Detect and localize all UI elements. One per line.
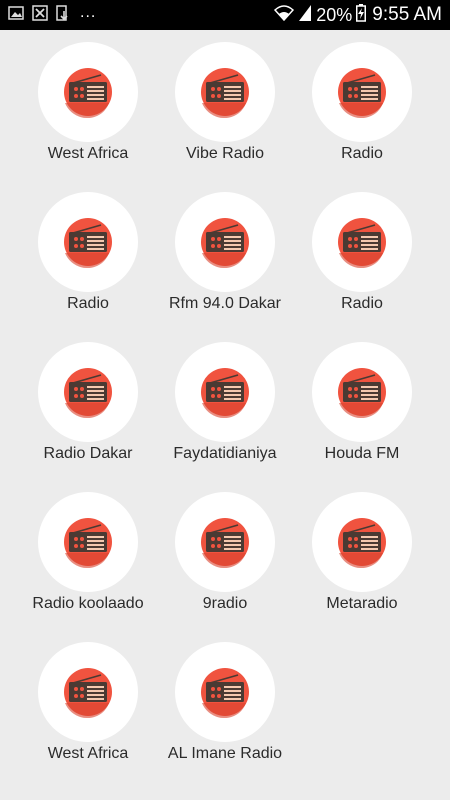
station-icon-circle [312,492,412,592]
station-icon-circle [175,642,275,742]
radio-icon [201,668,249,719]
radio-icon [338,218,386,269]
station-icon-circle [175,342,275,442]
radio-icon [201,368,249,419]
radio-icon [64,668,112,719]
station-tile-12[interactable]: West Africa [13,630,163,780]
station-tile-2[interactable]: Radio [287,30,437,180]
signal-icon [298,4,312,27]
radio-icon [338,368,386,419]
radio-icon [201,68,249,119]
station-name: Radio koolaado [32,595,144,612]
station-tile-13[interactable]: AL Imane Radio [150,630,300,780]
station-name: Radio Dakar [43,445,133,462]
radio-icon [64,68,112,119]
radio-icon [201,518,249,569]
station-icon-circle [175,492,275,592]
station-name: Houda FM [324,445,400,462]
gallery-icon [8,5,24,25]
battery-charging-icon [356,3,367,27]
radio-icon [338,518,386,569]
station-name: West Africa [47,745,129,762]
station-icon-circle [38,342,138,442]
download-icon [56,4,70,26]
station-name: Radio [341,295,383,312]
status-bar: ... 20% 9:55 AM [0,0,450,30]
station-tile-5[interactable]: Radio [287,180,437,330]
more-notifications: ... [80,4,97,21]
station-icon-circle [38,642,138,742]
station-tile-8[interactable]: Houda FM [287,330,437,480]
radio-icon [338,68,386,119]
radio-icon [64,518,112,569]
radio-icon [64,368,112,419]
station-tile-1[interactable]: Vibe Radio [150,30,300,180]
station-name: Vibe Radio [186,145,264,162]
station-tile-3[interactable]: Radio [13,180,163,330]
status-right: 20% 9:55 AM [274,3,442,27]
station-icon-circle [312,342,412,442]
station-icon-circle [38,192,138,292]
station-name: AL Imane Radio [167,745,283,762]
station-tile-0[interactable]: West Africa [13,30,163,180]
status-left: ... [8,4,274,26]
radio-icon [201,218,249,269]
station-tile-4[interactable]: Rfm 94.0 Dakar [150,180,300,330]
station-tile-9[interactable]: Radio koolaado [13,480,163,630]
station-name: Rfm 94.0 Dakar [168,295,282,312]
station-icon-circle [175,192,275,292]
battery-percent: 20% [316,4,353,25]
station-tile-11[interactable]: Metaradio [287,480,437,630]
wifi-icon [274,4,295,27]
station-tile-7[interactable]: Faydatidianiya [150,330,300,480]
station-icon-circle [312,42,412,142]
station-icon-circle [38,42,138,142]
station-name: Radio [341,145,383,162]
clock: 9:55 AM [372,4,442,25]
station-tile-10[interactable]: 9radio [150,480,300,630]
close-box-icon [32,4,48,26]
station-name: Radio [67,295,109,312]
station-name: West Africa [47,145,129,162]
station-name: Metaradio [326,595,398,612]
station-name: 9radio [202,595,248,612]
station-name: Faydatidianiya [173,445,277,462]
station-icon-circle [38,492,138,592]
station-icon-circle [312,192,412,292]
station-icon-circle [175,42,275,142]
radio-icon [64,218,112,269]
station-tile-6[interactable]: Radio Dakar [13,330,163,480]
